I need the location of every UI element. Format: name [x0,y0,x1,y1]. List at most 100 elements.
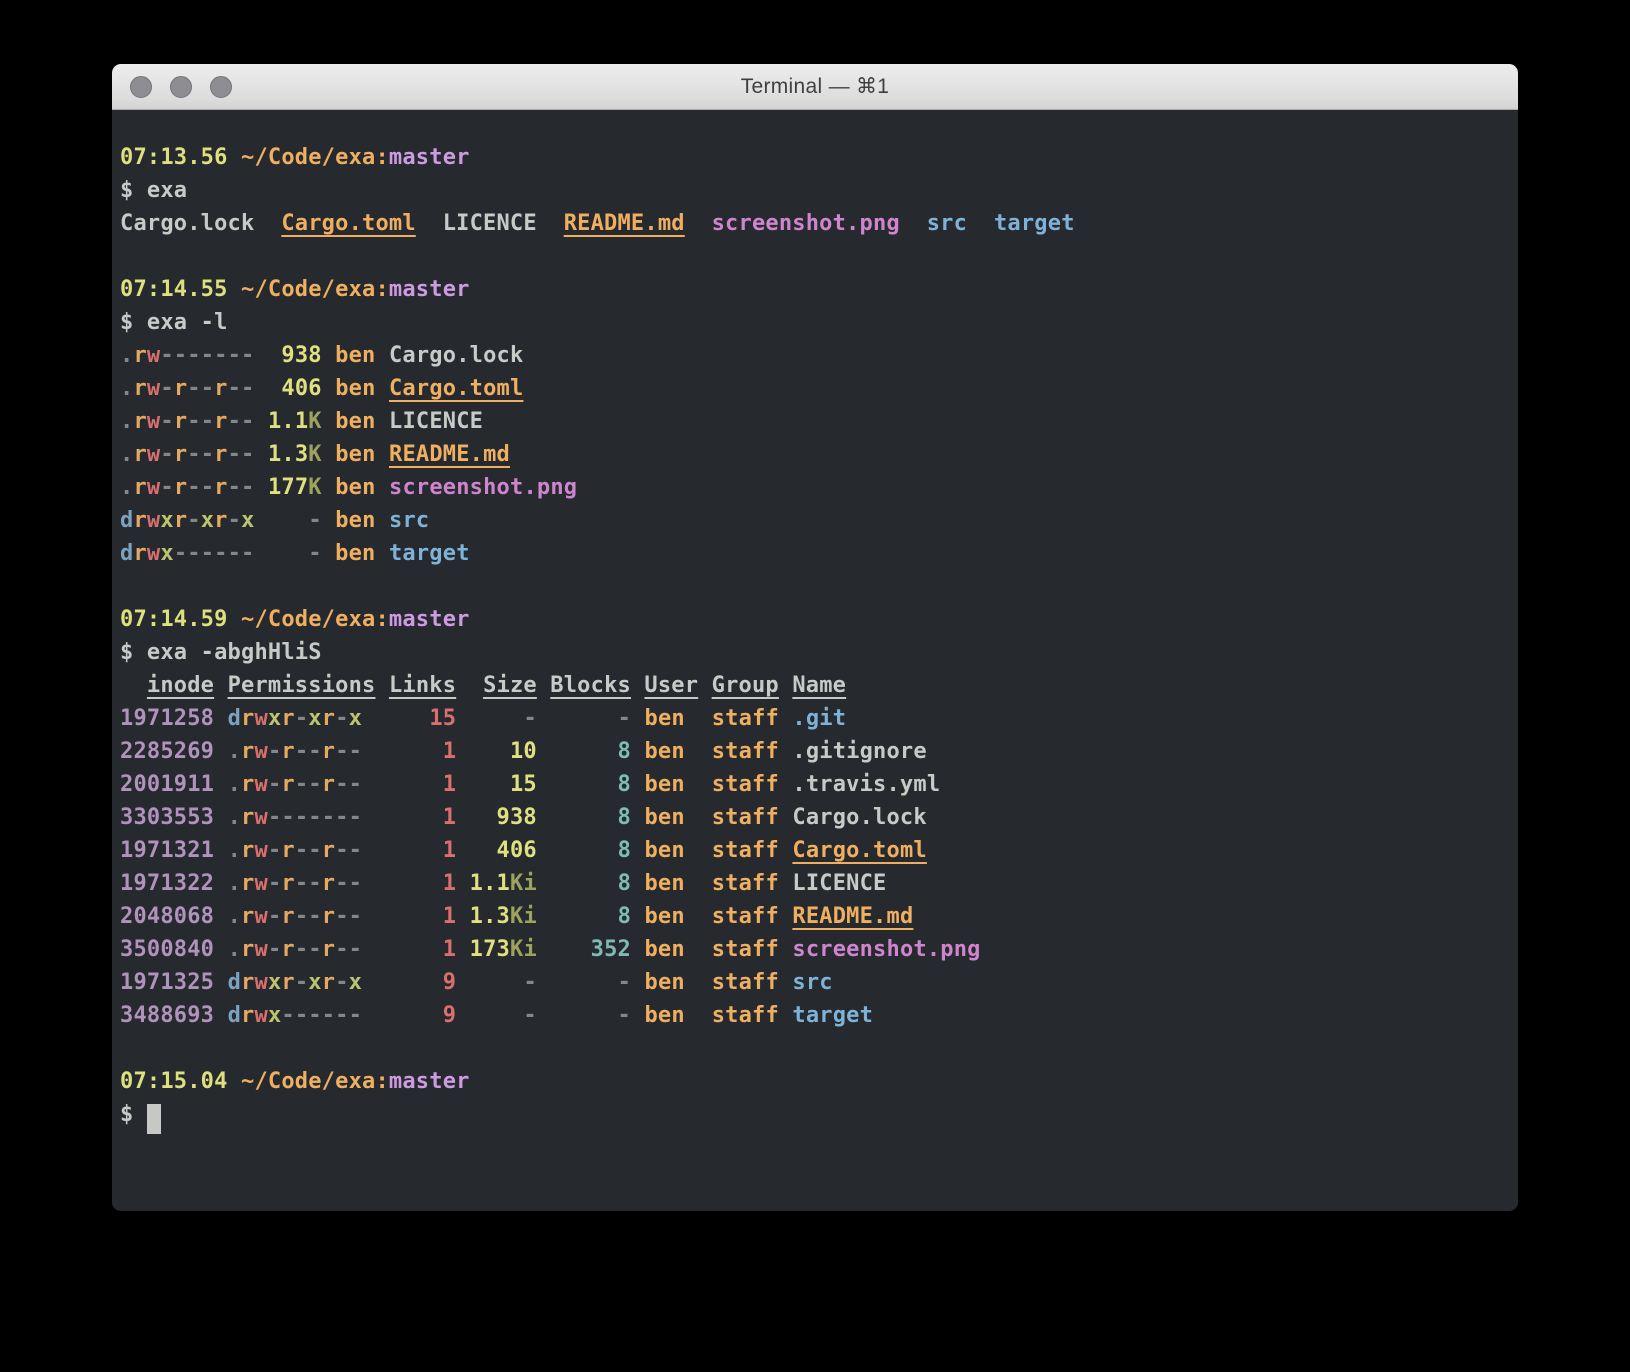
terminal-text [376,541,389,566]
terminal-text: r [322,838,335,863]
terminal-text: staff [712,871,779,896]
terminal-text [322,343,335,368]
terminal-text: .git [792,706,846,731]
terminal-text: r [241,772,254,797]
terminal-text: - [308,508,321,533]
terminal-text: $ exa [120,178,187,203]
terminal-text: staff [712,970,779,995]
terminal-text: x [349,706,362,731]
terminal-text: - [618,1003,631,1028]
terminal-text: - [268,937,281,962]
terminal-text: -- [335,739,362,764]
terminal-text: ben [644,838,684,863]
terminal-line [120,240,1508,273]
terminal-text: 07:14.59 [120,607,228,632]
terminal-text [456,904,469,929]
terminal-text [456,673,483,698]
terminal-screen[interactable]: 07:13.56 ~/Code/exa:master$ exaCargo.loc… [112,110,1518,1210]
terminal-text: master [389,607,470,632]
terminal-text: . [120,475,133,500]
terminal-text: 352 [591,937,631,962]
terminal-text: ben [335,343,375,368]
terminal-text: -- [295,772,322,797]
terminal-line: $ exa [120,174,1508,207]
titlebar[interactable]: Terminal — ⌘1 [112,64,1518,110]
terminal-text: ben [645,706,685,731]
terminal-text [376,376,389,401]
terminal-text [685,838,712,863]
terminal-text [685,772,712,797]
terminal-text [779,970,792,995]
terminal-text: w [147,442,160,467]
terminal-text: staff [712,706,779,731]
terminal-line: $ exa -l [120,306,1508,339]
terminal-text: r [322,937,335,962]
terminal-text: ben [644,937,684,962]
terminal-text [362,937,443,962]
terminal-text: r [322,970,335,995]
terminal-text [362,772,443,797]
terminal-text: $ exa -abghHliS [120,640,322,665]
terminal-text: 8 [618,805,631,830]
terminal-text: LICENCE [792,871,886,896]
terminal-text: x [349,970,362,995]
minimize-button-icon[interactable] [170,76,192,98]
terminal-text [456,937,469,962]
terminal-text [376,343,389,368]
terminal-text [685,706,712,731]
terminal-text: w [147,475,160,500]
terminal-text [228,607,241,632]
terminal-text: 3488693 [120,1003,214,1028]
terminal-text: x [268,1003,281,1028]
terminal-text: -- [187,442,214,467]
terminal-text: Cargo.toml [792,838,926,863]
terminal-text: 8 [618,772,631,797]
terminal-text: r [133,376,146,401]
terminal-window: Terminal — ⌘1 07:13.56 ~/Code/exa:master… [112,64,1518,1211]
terminal-text: ben [335,541,375,566]
terminal-text: r [133,508,146,533]
terminal-text: Size [483,673,537,698]
terminal-line: 2285269 .rw-r--r-- 1 10 8 ben staff .git… [120,735,1508,768]
terminal-line: $ [120,1098,1508,1131]
terminal-text: 938 [497,805,537,830]
terminal-text: 406 [497,838,537,863]
terminal-text: 1.3 [268,442,308,467]
terminal-text: ben [644,739,684,764]
terminal-text: w [254,1003,267,1028]
close-button-icon[interactable] [130,76,152,98]
terminal-line: 07:14.59 ~/Code/exa:master [120,603,1508,636]
terminal-text: 1 [443,904,456,929]
terminal-text: 1 [443,871,456,896]
terminal-text: Ki [510,904,537,929]
terminal-text: - [268,904,281,929]
terminal-text: 1971321 [120,838,214,863]
terminal-text: Cargo.lock [120,211,254,236]
terminal-text [779,805,792,830]
terminal-text: - [160,475,173,500]
terminal-text: master [389,1069,470,1094]
terminal-text: r [241,904,254,929]
terminal-text [214,871,227,896]
terminal-text [214,970,227,995]
zoom-button-icon[interactable] [210,76,232,98]
terminal-text [322,442,335,467]
terminal-text: screenshot.png [389,475,577,500]
terminal-text: K [308,409,321,434]
terminal-text [537,1003,618,1028]
terminal-text: 2048068 [120,904,214,929]
terminal-text [779,937,792,962]
terminal-text: r [281,871,294,896]
terminal-text: 8 [618,904,631,929]
terminal-line: 07:14.55 ~/Code/exa:master [120,273,1508,306]
terminal-text [779,673,792,698]
terminal-text [685,970,712,995]
terminal-text: . [228,805,241,830]
terminal-text [631,904,644,929]
terminal-text: src [792,970,832,995]
terminal-text: ------ [174,541,255,566]
terminal-text [254,211,281,236]
terminal-line: .rw-r--r-- 406 ben Cargo.toml [120,372,1508,405]
terminal-text: ben [335,409,375,434]
terminal-text: . [120,376,133,401]
